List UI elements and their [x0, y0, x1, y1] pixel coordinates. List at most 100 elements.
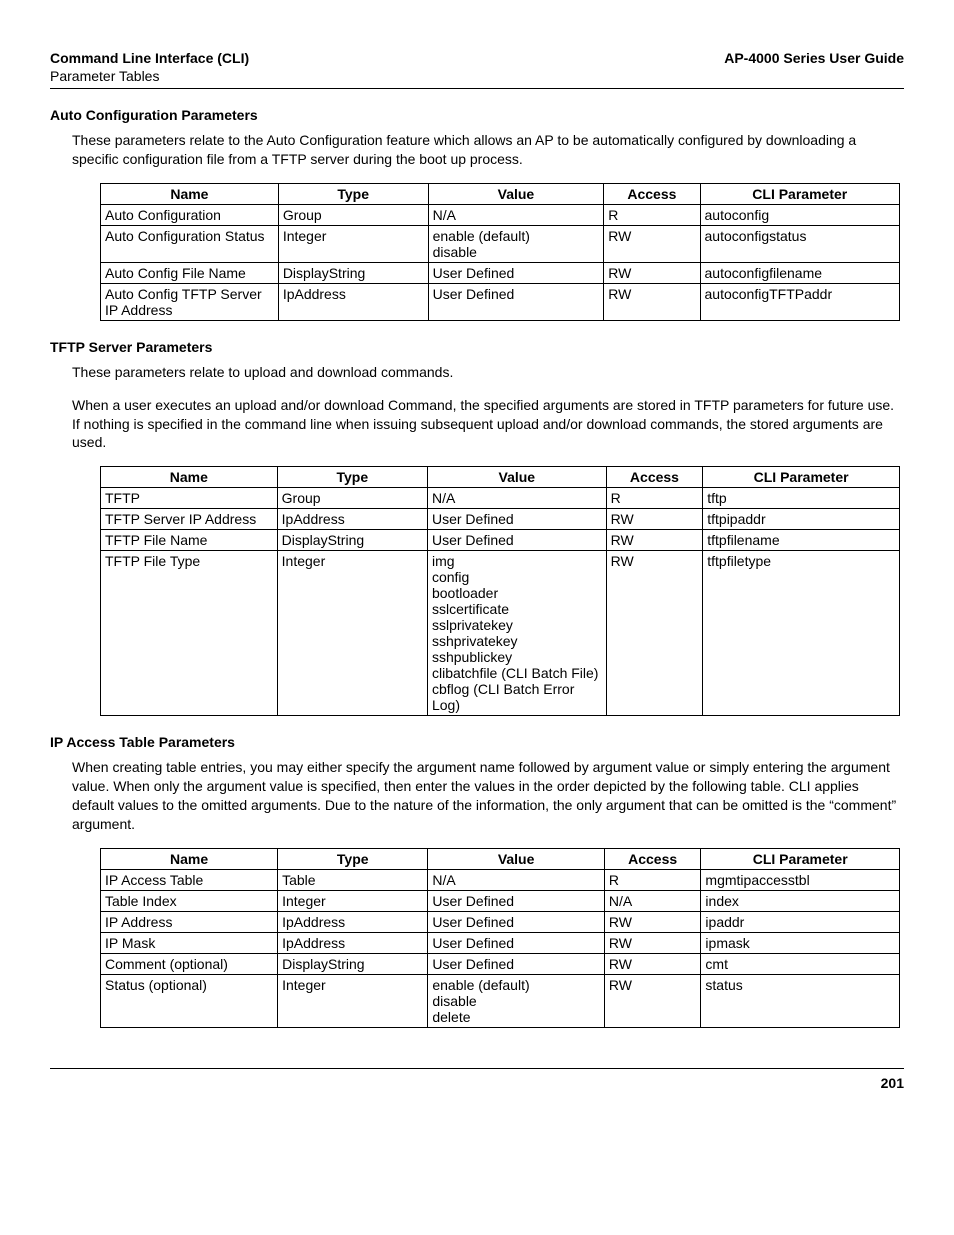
header-divider — [50, 88, 904, 89]
cell-type: DisplayString — [278, 953, 428, 974]
cell-type: Group — [278, 204, 428, 225]
column-header-type: Type — [278, 848, 428, 869]
sections-container: Auto Configuration Parameters These param… — [50, 107, 904, 1028]
page-footer: 201 — [50, 1068, 904, 1091]
header-left-sub: Parameter Tables — [50, 68, 904, 84]
section-title: TFTP Server Parameters — [50, 339, 904, 355]
cell-name: IP Access Table — [101, 869, 278, 890]
cell-type: Table — [278, 869, 428, 890]
cell-value: N/A — [427, 488, 606, 509]
cell-value: enable (default) disable — [428, 225, 604, 262]
column-header-cli: CLI Parameter — [700, 183, 900, 204]
cell-access: RW — [604, 283, 700, 320]
column-header-type: Type — [277, 467, 427, 488]
cell-value: User Defined — [428, 953, 605, 974]
cell-name: Auto Configuration Status — [101, 225, 279, 262]
table-row: Comment (optional)DisplayStringUser Defi… — [101, 953, 900, 974]
cell-value: User Defined — [428, 932, 605, 953]
cell-access: RW — [604, 932, 701, 953]
cell-name: Comment (optional) — [101, 953, 278, 974]
header-right-title: AP-4000 Series User Guide — [724, 50, 904, 66]
column-header-type: Type — [278, 183, 428, 204]
column-header-value: Value — [427, 467, 606, 488]
cell-value: User Defined — [428, 911, 605, 932]
table-row: TFTP File NameDisplayStringUser DefinedR… — [101, 530, 900, 551]
section-paragraph: When a user executes an upload and/or do… — [72, 396, 904, 453]
cell-type: IpAddress — [277, 509, 427, 530]
cell-value: User Defined — [428, 890, 605, 911]
cell-access: RW — [606, 509, 703, 530]
parameter-table: NameTypeValueAccessCLI ParameterTFTPGrou… — [100, 466, 900, 716]
cell-cli: tftp — [703, 488, 900, 509]
section-title: Auto Configuration Parameters — [50, 107, 904, 123]
cell-type: DisplayString — [277, 530, 427, 551]
cell-access: R — [604, 204, 700, 225]
cell-type: IpAddress — [278, 911, 428, 932]
table-row: TFTP Server IP AddressIpAddressUser Defi… — [101, 509, 900, 530]
cell-type: Integer — [278, 225, 428, 262]
cell-cli: index — [701, 890, 900, 911]
cell-type: Group — [277, 488, 427, 509]
cell-name: Auto Config File Name — [101, 262, 279, 283]
cell-value: User Defined — [428, 283, 604, 320]
cell-cli: status — [701, 974, 900, 1027]
cell-cli: autoconfigstatus — [700, 225, 900, 262]
section-paragraph: When creating table entries, you may eit… — [72, 758, 904, 834]
cell-name: Table Index — [101, 890, 278, 911]
cell-name: TFTP — [101, 488, 278, 509]
table-row: TFTPGroupN/ARtftp — [101, 488, 900, 509]
table-row: IP AddressIpAddressUser DefinedRWipaddr — [101, 911, 900, 932]
cell-name: IP Mask — [101, 932, 278, 953]
cell-type: DisplayString — [278, 262, 428, 283]
cell-name: IP Address — [101, 911, 278, 932]
section-paragraph: These parameters relate to upload and do… — [72, 363, 904, 382]
cell-access: RW — [606, 551, 703, 716]
cell-access: RW — [604, 262, 700, 283]
cell-access: RW — [606, 530, 703, 551]
cell-name: TFTP File Type — [101, 551, 278, 716]
cell-value: N/A — [428, 204, 604, 225]
cell-type: Integer — [278, 974, 428, 1027]
cell-value: N/A — [428, 869, 605, 890]
section-title: IP Access Table Parameters — [50, 734, 904, 750]
column-header-access: Access — [604, 848, 701, 869]
column-header-value: Value — [428, 848, 605, 869]
cell-access: RW — [604, 974, 701, 1027]
cell-cli: cmt — [701, 953, 900, 974]
cell-name: Auto Config TFTP Server IP Address — [101, 283, 279, 320]
cell-cli: ipmask — [701, 932, 900, 953]
table-row: Auto ConfigurationGroupN/ARautoconfig — [101, 204, 900, 225]
cell-type: Integer — [278, 890, 428, 911]
cell-access: R — [606, 488, 703, 509]
cell-cli: ipaddr — [701, 911, 900, 932]
cell-access: RW — [604, 953, 701, 974]
cell-access: RW — [604, 911, 701, 932]
cell-type: IpAddress — [278, 932, 428, 953]
column-header-value: Value — [428, 183, 604, 204]
cell-cli: tftpipaddr — [703, 509, 900, 530]
header-left-title: Command Line Interface (CLI) — [50, 50, 249, 66]
table-row: Auto Configuration StatusIntegerenable (… — [101, 225, 900, 262]
table-row: Auto Config File NameDisplayStringUser D… — [101, 262, 900, 283]
section-paragraph: These parameters relate to the Auto Conf… — [72, 131, 904, 169]
column-header-cli: CLI Parameter — [703, 467, 900, 488]
cell-value: User Defined — [427, 530, 606, 551]
page-header: Command Line Interface (CLI) AP-4000 Ser… — [50, 50, 904, 66]
table-row: Status (optional)Integerenable (default)… — [101, 974, 900, 1027]
cell-value: enable (default) disable delete — [428, 974, 605, 1027]
page-number: 201 — [881, 1075, 904, 1091]
cell-cli: autoconfig — [700, 204, 900, 225]
cell-name: Auto Configuration — [101, 204, 279, 225]
parameter-table: NameTypeValueAccessCLI Parameter IP Acces… — [100, 848, 900, 1028]
table-row: IP MaskIpAddressUser DefinedRWipmask — [101, 932, 900, 953]
column-header-access: Access — [604, 183, 700, 204]
cell-access: R — [604, 869, 701, 890]
cell-name: TFTP File Name — [101, 530, 278, 551]
cell-value: User Defined — [427, 509, 606, 530]
cell-type: Integer — [277, 551, 427, 716]
table-row: Table IndexIntegerUser DefinedN/Aindex — [101, 890, 900, 911]
column-header-cli: CLI Parameter — [701, 848, 900, 869]
column-header-name: Name — [101, 848, 278, 869]
cell-value: img config bootloader sslcertificate ssl… — [427, 551, 606, 716]
column-header-name: Name — [101, 467, 278, 488]
